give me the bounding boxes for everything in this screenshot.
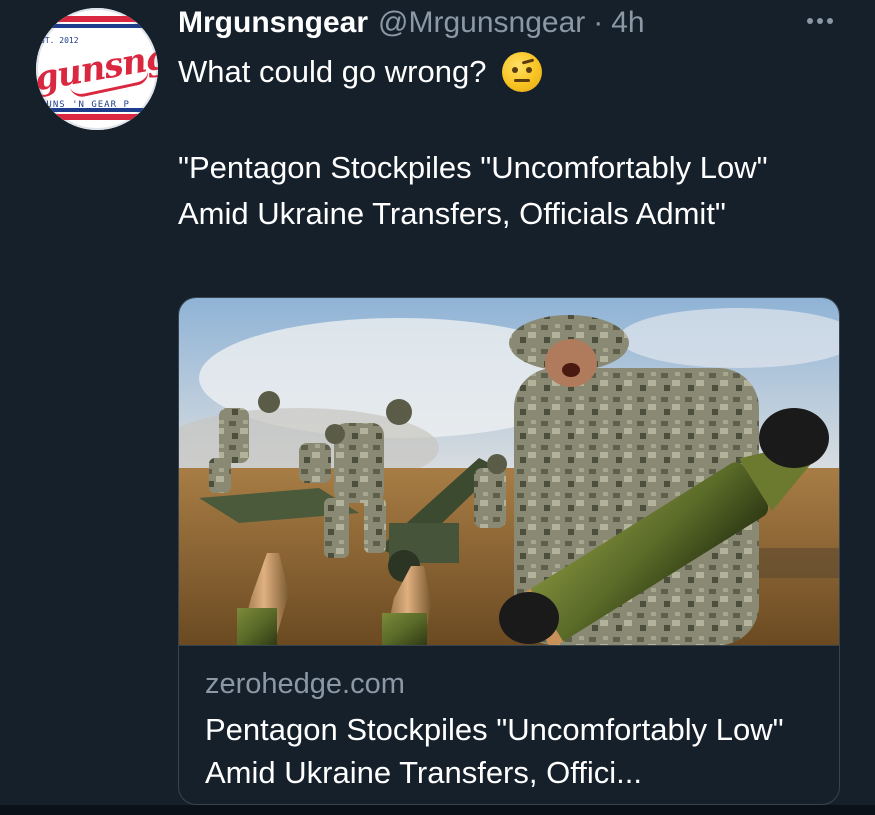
avatar-band	[36, 114, 158, 120]
tweet[interactable]: ST. 2012 gunsng GUNS 'N GEAR P Mrgunsnge…	[0, 0, 875, 805]
link-card[interactable]: zerohedge.com Pentagon Stockpiles "Uncom…	[178, 297, 840, 805]
separator-dot: ·	[593, 6, 604, 39]
tweet-text: What could go wrong?	[178, 54, 487, 89]
card-domain: zerohedge.com	[205, 668, 405, 700]
card-image[interactable]	[179, 298, 839, 645]
face-with-raised-eyebrow-icon	[502, 52, 543, 92]
tweet-text-line: What could go wrong?	[178, 52, 543, 92]
more-options-icon[interactable]	[800, 6, 840, 36]
display-name[interactable]: Mrgunsngear	[178, 6, 368, 40]
user-handle[interactable]: @Mrgunsngear	[378, 6, 585, 40]
bottom-divider	[0, 805, 875, 815]
card-title: Pentagon Stockpiles "Uncomfortably Low" …	[205, 712, 784, 790]
avatar-band	[36, 24, 158, 28]
avatar[interactable]: ST. 2012 gunsng GUNS 'N GEAR P	[36, 8, 158, 130]
avatar-band	[36, 108, 158, 112]
card-footer[interactable]: zerohedge.com Pentagon Stockpiles "Uncom…	[179, 645, 839, 804]
tweet-header: Mrgunsngear @Mrgunsngear · 4h	[178, 6, 645, 42]
tweet-timestamp[interactable]: 4h	[611, 6, 644, 40]
tweet-quote-text: "Pentagon Stockpiles "Uncomfortably Low"…	[178, 150, 768, 231]
avatar-band	[36, 16, 158, 22]
avatar-est-text: ST. 2012	[40, 36, 79, 45]
